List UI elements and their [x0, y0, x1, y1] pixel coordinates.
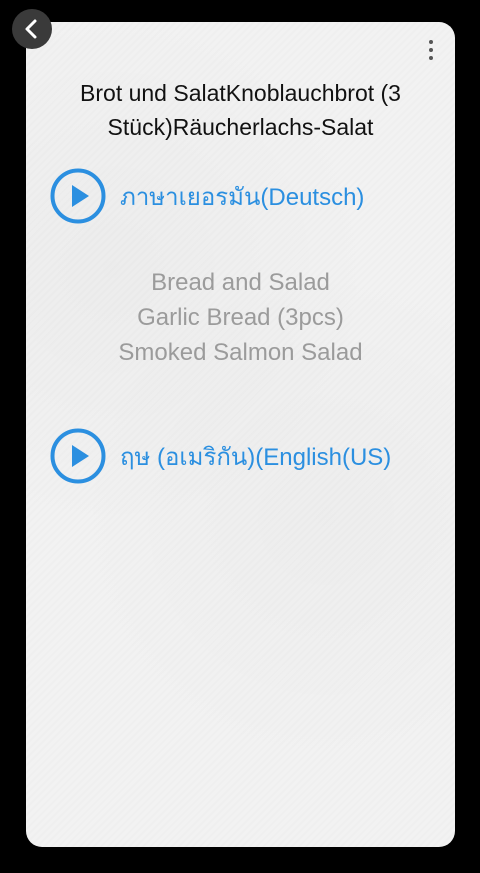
english-audio-label: ฤษ (อเมริกัน)(English(US): [120, 443, 392, 471]
translation-line: Bread and Salad: [151, 269, 330, 296]
back-button[interactable]: [12, 9, 52, 49]
play-english-audio-button[interactable]: ฤษ (อเมริกัน)(English(US): [50, 426, 445, 486]
more-vertical-icon: [429, 56, 433, 60]
play-german-audio-button[interactable]: ภาษาเยอรมัน(Deutsch): [50, 166, 445, 226]
more-vertical-icon: [429, 40, 433, 44]
play-icon: [50, 168, 106, 224]
more-options-button[interactable]: [421, 36, 441, 64]
app-screen: Brot und SalatKnoblauchbrot (3 Stück)Räu…: [0, 0, 480, 873]
german-audio-label: ภาษาเยอรมัน(Deutsch): [120, 183, 365, 211]
phrase-card: Brot und SalatKnoblauchbrot (3 Stück)Räu…: [26, 22, 455, 847]
play-icon: [50, 428, 106, 484]
translation-line: Garlic Bread (3pcs): [137, 304, 344, 331]
phrase-title: Brot und SalatKnoblauchbrot (3 Stück)Räu…: [80, 80, 401, 140]
translation-line: Smoked Salmon Salad: [118, 339, 363, 366]
translation-text: Bread and Salad Garlic Bread (3pcs) Smok…: [42, 265, 439, 370]
more-vertical-icon: [429, 48, 433, 52]
chevron-left-icon: [25, 19, 37, 39]
